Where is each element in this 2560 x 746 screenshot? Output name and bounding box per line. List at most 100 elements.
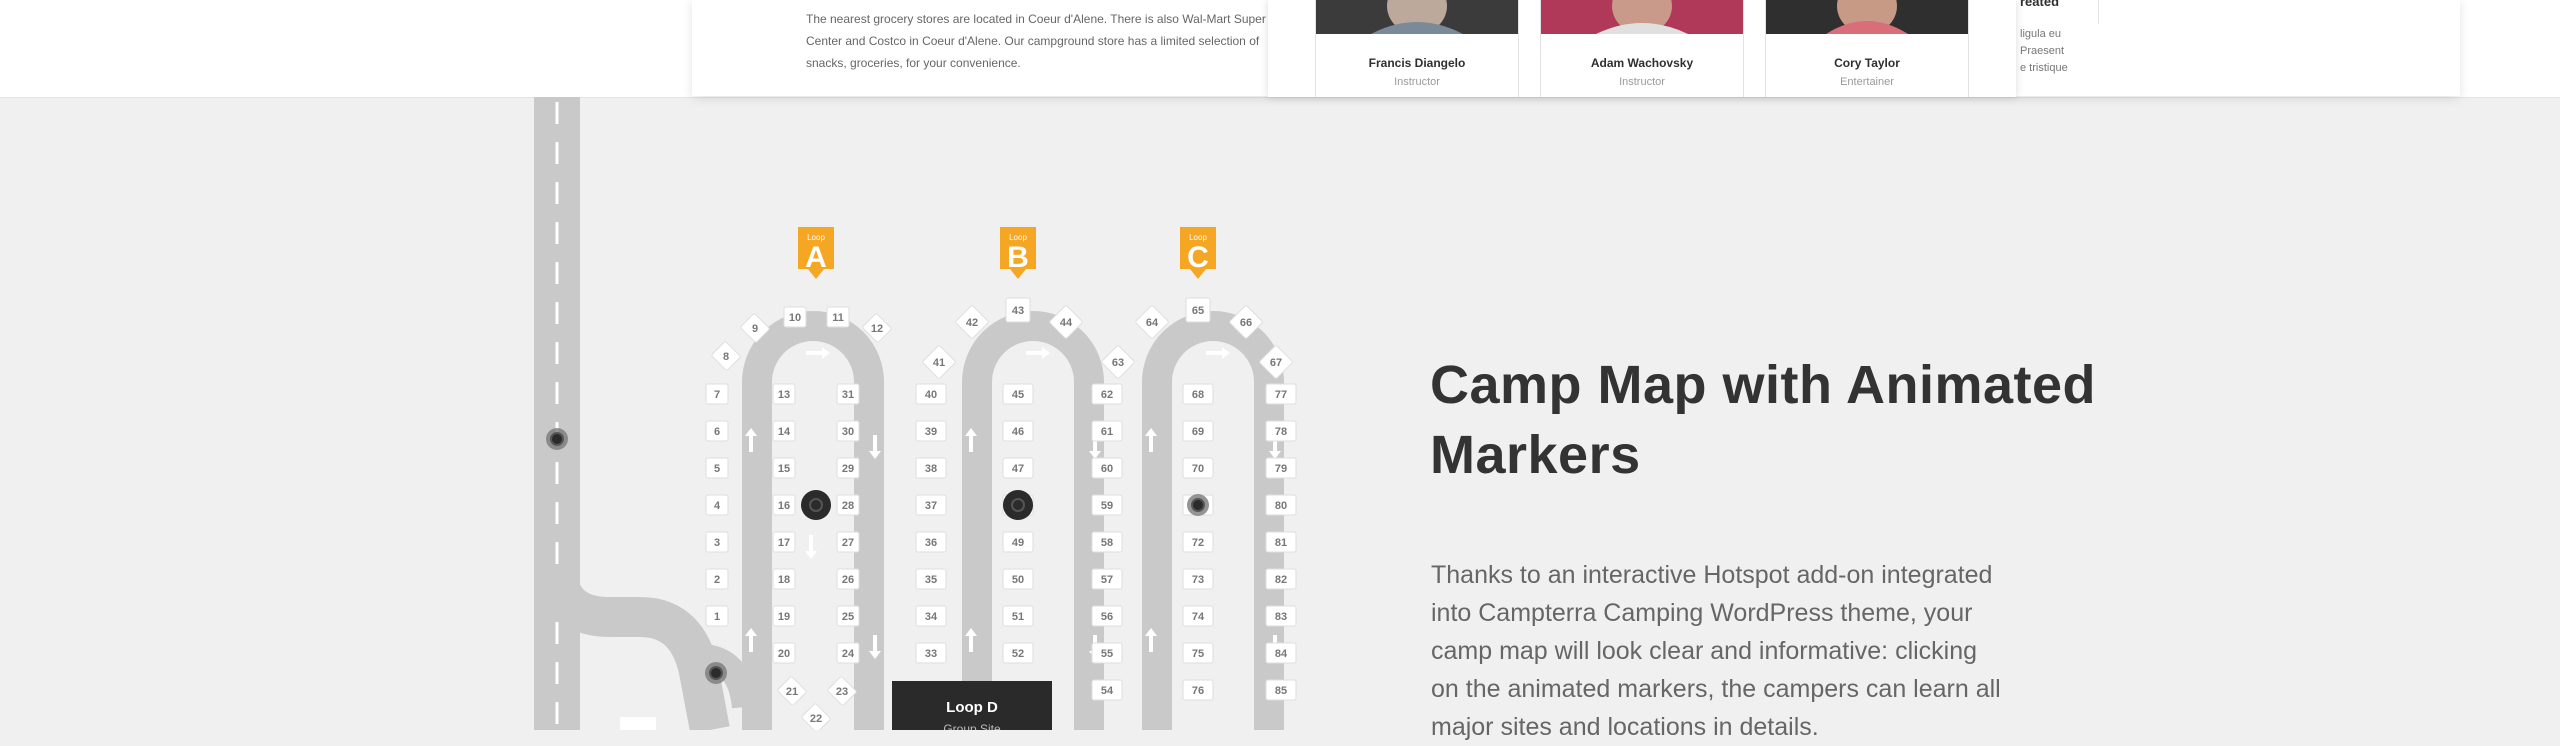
campsite-40[interactable]: 40	[915, 383, 947, 405]
side-widget-text: ligula eu Praesent e tristique	[2020, 26, 2100, 77]
campsite-19[interactable]: 19	[772, 605, 796, 627]
team-card-adam[interactable]: Adam Wachovsky Instructor	[1540, 0, 1744, 97]
campsite-85[interactable]: 85	[1265, 679, 1297, 701]
campsite-60[interactable]: 60	[1091, 457, 1123, 479]
campsite-number: 65	[1192, 305, 1204, 317]
campsite-75[interactable]: 75	[1182, 642, 1214, 664]
campsite-82[interactable]: 82	[1265, 568, 1297, 590]
campsite-76[interactable]: 76	[1182, 679, 1214, 701]
campsite-25[interactable]: 25	[836, 605, 860, 627]
campsite-18[interactable]: 18	[772, 568, 796, 590]
loop-d-label-box[interactable]: Loop D Group Site	[892, 681, 1052, 730]
hotspot-marker[interactable]	[801, 490, 831, 520]
campsite-number: 4	[714, 500, 721, 512]
loop-b-pin[interactable]: Loop B	[1000, 227, 1036, 279]
campsite-number: 20	[778, 648, 790, 660]
loop-pin-letter: A	[805, 241, 827, 274]
loop-c-pin[interactable]: Loop C	[1180, 227, 1216, 279]
campsite-3[interactable]: 3	[705, 531, 729, 553]
hotspot-marker[interactable]	[1187, 494, 1209, 516]
campsite-50[interactable]: 50	[1002, 568, 1034, 590]
campsite-83[interactable]: 83	[1265, 605, 1297, 627]
campsite-36[interactable]: 36	[915, 531, 947, 553]
campsite-1[interactable]: 1	[705, 605, 729, 627]
campsite-35[interactable]: 35	[915, 568, 947, 590]
campsite-57[interactable]: 57	[1091, 568, 1123, 590]
campsite-68[interactable]: 68	[1182, 383, 1214, 405]
campsite-17[interactable]: 17	[772, 531, 796, 553]
campsite-31[interactable]: 31	[836, 383, 860, 405]
campsite-56[interactable]: 56	[1091, 605, 1123, 627]
campsite-30[interactable]: 30	[836, 420, 860, 442]
team-member-role: Instructor	[1394, 76, 1440, 88]
campsite-27[interactable]: 27	[836, 531, 860, 553]
campsite-34[interactable]: 34	[915, 605, 947, 627]
campsite-16[interactable]: 16	[772, 494, 796, 516]
campsite-74[interactable]: 74	[1182, 605, 1214, 627]
campsite-21[interactable]: 21	[777, 676, 807, 706]
campsite-5[interactable]: 5	[705, 457, 729, 479]
campsite-45[interactable]: 45	[1002, 383, 1034, 405]
campsite-84[interactable]: 84	[1265, 642, 1297, 664]
campsite-11[interactable]: 11	[826, 306, 850, 328]
campsite-4[interactable]: 4	[705, 494, 729, 516]
hotspot-marker[interactable]	[546, 428, 568, 450]
campsite-37[interactable]: 37	[915, 494, 947, 516]
campsite-6[interactable]: 6	[705, 420, 729, 442]
team-card-cory[interactable]: Cory Taylor Entertainer	[1765, 0, 1969, 97]
campsite-20[interactable]: 20	[772, 642, 796, 664]
campsite-69[interactable]: 69	[1182, 420, 1214, 442]
campsite-49[interactable]: 49	[1002, 531, 1034, 553]
campsite-number: 80	[1275, 500, 1287, 512]
campsite-7[interactable]: 7	[705, 383, 729, 405]
campsite-52[interactable]: 52	[1002, 642, 1034, 664]
campsite-10[interactable]: 10	[783, 306, 807, 328]
campsite-59[interactable]: 59	[1091, 494, 1123, 516]
campsite-73[interactable]: 73	[1182, 568, 1214, 590]
campsite-number: 44	[1060, 317, 1073, 329]
campsite-8[interactable]: 8	[711, 341, 741, 371]
instructor-photo	[1316, 0, 1518, 34]
campsite-54[interactable]: 54	[1091, 679, 1123, 701]
campsite-2[interactable]: 2	[705, 568, 729, 590]
campsite-43[interactable]: 43	[1005, 297, 1031, 323]
campsite-63[interactable]: 63	[1101, 345, 1135, 379]
campsite-51[interactable]: 51	[1002, 605, 1034, 627]
campsite-number: 2	[714, 574, 720, 586]
campsite-77[interactable]: 77	[1265, 383, 1297, 405]
campsite-23[interactable]: 23	[827, 676, 857, 706]
campsite-number: 58	[1101, 537, 1113, 549]
loop-a-pin[interactable]: Loop A	[798, 227, 834, 279]
campsite-58[interactable]: 58	[1091, 531, 1123, 553]
campsite-80[interactable]: 80	[1265, 494, 1297, 516]
campsite-61[interactable]: 61	[1091, 420, 1123, 442]
campsite-41[interactable]: 41	[922, 345, 956, 379]
hotspot-marker[interactable]	[1003, 490, 1033, 520]
campsite-38[interactable]: 38	[915, 457, 947, 479]
campsite-24[interactable]: 24	[836, 642, 860, 664]
campsite-number: 10	[789, 312, 801, 324]
campsite-number: 82	[1275, 574, 1287, 586]
campsite-65[interactable]: 65	[1185, 297, 1211, 323]
campsite-72[interactable]: 72	[1182, 531, 1214, 553]
campsite-78[interactable]: 78	[1265, 420, 1297, 442]
campsite-22[interactable]: 22	[801, 703, 831, 730]
campsite-70[interactable]: 70	[1182, 457, 1214, 479]
team-card-francis[interactable]: Francis Diangelo Instructor	[1315, 0, 1519, 97]
hotspot-marker[interactable]	[705, 662, 727, 684]
campsite-number: 77	[1275, 389, 1287, 401]
campsite-39[interactable]: 39	[915, 420, 947, 442]
campsite-15[interactable]: 15	[772, 457, 796, 479]
campsite-14[interactable]: 14	[772, 420, 796, 442]
campsite-81[interactable]: 81	[1265, 531, 1297, 553]
campsite-47[interactable]: 47	[1002, 457, 1034, 479]
campsite-29[interactable]: 29	[836, 457, 860, 479]
campsite-33[interactable]: 33	[915, 642, 947, 664]
campsite-62[interactable]: 62	[1091, 383, 1123, 405]
campsite-79[interactable]: 79	[1265, 457, 1297, 479]
campsite-46[interactable]: 46	[1002, 420, 1034, 442]
campsite-13[interactable]: 13	[772, 383, 796, 405]
campsite-28[interactable]: 28	[836, 494, 860, 516]
campsite-55[interactable]: 55	[1091, 642, 1123, 664]
campsite-26[interactable]: 26	[836, 568, 860, 590]
